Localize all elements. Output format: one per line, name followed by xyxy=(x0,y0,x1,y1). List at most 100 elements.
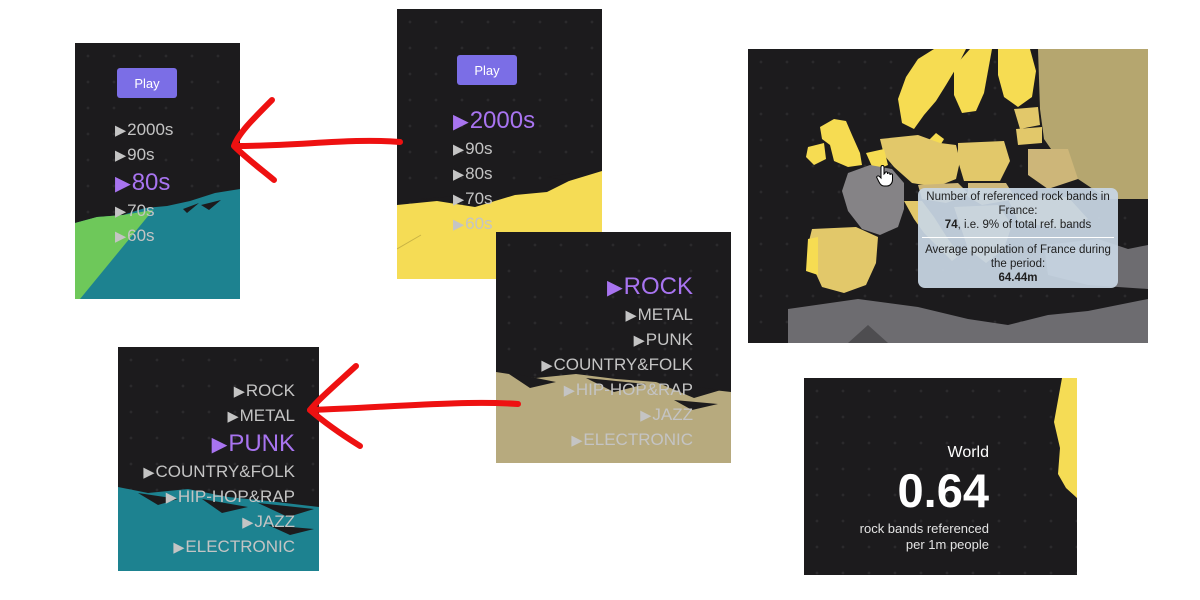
tooltip-bands-value: 74, i.e. 9% of total ref. bands xyxy=(918,218,1118,232)
stat-description-line: rock bands referenced xyxy=(859,521,989,536)
play-triangle-icon: ▶ xyxy=(242,515,254,531)
play-triangle-icon: ▶ xyxy=(173,540,185,556)
decade-item[interactable]: ▶90s xyxy=(453,137,535,162)
tooltip-population: 64.44m xyxy=(998,272,1038,284)
country-shape[interactable] xyxy=(1014,107,1040,129)
play-triangle-icon: ▶ xyxy=(625,308,637,324)
tooltip-divider xyxy=(922,237,1114,238)
genre-item[interactable]: ▶ELECTRONIC xyxy=(143,535,295,560)
country-shape[interactable] xyxy=(788,299,1148,343)
play-triangle-icon: ▶ xyxy=(640,408,652,424)
decade-item[interactable]: ▶2000s xyxy=(115,118,173,143)
decade-label: 60s xyxy=(127,226,155,245)
play-triangle-icon: ▶ xyxy=(233,384,245,400)
genre-item[interactable]: ▶PUNK xyxy=(541,328,693,353)
play-triangle-icon: ▶ xyxy=(453,217,465,233)
genre-item[interactable]: ▶ELECTRONIC xyxy=(541,428,693,453)
play-button[interactable]: Play xyxy=(457,55,517,85)
genre-item[interactable]: ▶COUNTRY&FOLK xyxy=(143,460,295,485)
country-shape[interactable] xyxy=(806,237,818,275)
country-tooltip: Number of referenced rock bands in Franc… xyxy=(918,188,1118,288)
decade-item[interactable]: ▶80s xyxy=(453,162,535,187)
play-triangle-icon: ▶ xyxy=(211,434,228,456)
stat-value: 0.64 xyxy=(897,464,989,517)
play-triangle-icon: ▶ xyxy=(115,148,127,164)
genre-label: HIP-HOP&RAP xyxy=(575,380,693,399)
genre-list: ▶ROCK ▶METAL ▶PUNK ▶COUNTRY&FOLK ▶HIP-HO… xyxy=(143,379,295,560)
stat-description: rock bands referenced per 1m people xyxy=(809,521,989,553)
genre-label: ROCK xyxy=(623,273,693,300)
genre-label: ROCK xyxy=(245,381,295,400)
play-triangle-icon: ▶ xyxy=(227,409,239,425)
genre-item-selected[interactable]: ▶PUNK xyxy=(143,429,295,460)
play-triangle-icon: ▶ xyxy=(571,433,583,449)
genre-panel-rock: ▶ROCK ▶METAL ▶PUNK ▶COUNTRY&FOLK ▶HIP-HO… xyxy=(496,232,731,463)
yellow-region xyxy=(1054,378,1077,498)
play-triangle-icon: ▶ xyxy=(453,142,465,158)
country-shape[interactable] xyxy=(820,119,862,167)
tooltip-count: 74 xyxy=(944,219,958,231)
play-button[interactable]: Play xyxy=(117,68,177,98)
genre-item[interactable]: ▶ROCK xyxy=(143,379,295,404)
play-triangle-icon: ▶ xyxy=(115,229,127,245)
genre-item[interactable]: ▶METAL xyxy=(541,303,693,328)
country-shape[interactable] xyxy=(958,141,1010,181)
country-shape[interactable] xyxy=(806,143,826,165)
stat-description-line: per 1m people xyxy=(905,537,989,552)
play-triangle-icon: ▶ xyxy=(453,111,469,133)
decade-label: 70s xyxy=(465,189,493,208)
genre-label: PUNK xyxy=(645,330,693,349)
play-triangle-icon: ▶ xyxy=(115,204,127,220)
world-stat-panel: World 0.64 rock bands referenced per 1m … xyxy=(804,378,1077,575)
country-shape[interactable] xyxy=(998,49,1036,107)
play-triangle-icon: ▶ xyxy=(541,358,553,374)
country-shape[interactable] xyxy=(808,227,878,293)
play-triangle-icon: ▶ xyxy=(453,192,465,208)
play-triangle-icon: ▶ xyxy=(563,383,575,399)
decade-label: 90s xyxy=(465,139,493,158)
hand-pointer-icon xyxy=(876,165,893,187)
play-triangle-icon: ▶ xyxy=(165,490,177,506)
genre-item[interactable]: ▶HIP-HOP&RAP xyxy=(541,378,693,403)
genre-label: COUNTRY&FOLK xyxy=(155,462,296,481)
decade-label: 2000s xyxy=(127,120,174,139)
decade-list: ▶2000s ▶90s ▶80s ▶70s ▶60s xyxy=(115,118,173,249)
decade-item-selected[interactable]: ▶80s xyxy=(115,168,173,199)
genre-item[interactable]: ▶COUNTRY&FOLK xyxy=(541,353,693,378)
decade-label: 2000s xyxy=(469,107,536,134)
country-shape[interactable] xyxy=(1016,127,1042,145)
genre-item[interactable]: ▶METAL xyxy=(143,404,295,429)
genre-panel-punk: ▶ROCK ▶METAL ▶PUNK ▶COUNTRY&FOLK ▶HIP-HO… xyxy=(118,347,319,571)
play-triangle-icon: ▶ xyxy=(633,333,645,349)
genre-label: METAL xyxy=(637,305,693,324)
play-triangle-icon: ▶ xyxy=(115,123,127,139)
genre-label: HIP-HOP&RAP xyxy=(177,487,295,506)
decade-item[interactable]: ▶70s xyxy=(115,199,173,224)
country-france-highlighted[interactable] xyxy=(842,165,904,235)
play-triangle-icon: ▶ xyxy=(143,465,155,481)
decade-label: 60s xyxy=(465,214,493,233)
play-triangle-icon: ▶ xyxy=(606,277,623,299)
genre-item-selected[interactable]: ▶ROCK xyxy=(541,272,693,303)
tooltip-bands-label: Number of referenced rock bands in Franc… xyxy=(926,191,1110,217)
genre-label: COUNTRY&FOLK xyxy=(553,355,694,374)
genre-label: PUNK xyxy=(228,430,295,457)
red-arrow-icon xyxy=(231,97,403,183)
decade-item[interactable]: ▶60s xyxy=(115,224,173,249)
stat-region-label: World xyxy=(947,444,990,461)
decade-label: 80s xyxy=(131,169,171,196)
decade-item[interactable]: ▶70s xyxy=(453,187,535,212)
genre-list: ▶ROCK ▶METAL ▶PUNK ▶COUNTRY&FOLK ▶HIP-HO… xyxy=(541,272,693,453)
play-triangle-icon: ▶ xyxy=(453,167,465,183)
decade-item[interactable]: ▶90s xyxy=(115,143,173,168)
decade-label: 90s xyxy=(127,145,155,164)
decade-panel-80s: Play ▶2000s ▶90s ▶80s ▶70s ▶60s xyxy=(75,43,240,299)
tooltip-population-label: Average population of France during the … xyxy=(925,244,1111,270)
genre-label: ELECTRONIC xyxy=(185,537,295,556)
genre-item[interactable]: ▶JAZZ xyxy=(541,403,693,428)
decade-list: ▶2000s ▶90s ▶80s ▶70s ▶60s xyxy=(453,106,535,237)
genre-item[interactable]: ▶JAZZ xyxy=(143,510,295,535)
decade-item-selected[interactable]: ▶2000s xyxy=(453,106,535,137)
genre-item[interactable]: ▶HIP-HOP&RAP xyxy=(143,485,295,510)
genre-label: JAZZ xyxy=(254,512,295,531)
